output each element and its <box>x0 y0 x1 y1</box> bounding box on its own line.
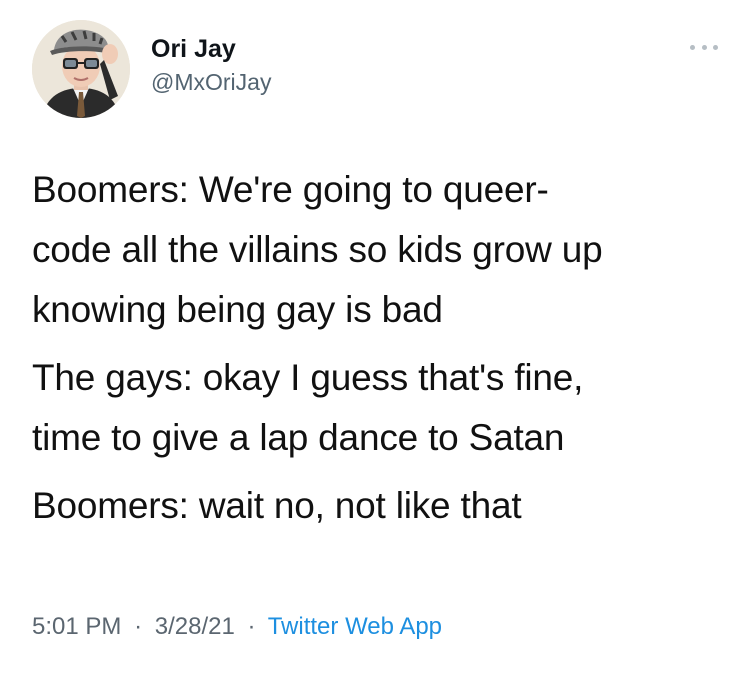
tweet-header: Ori Jay @MxOriJay <box>32 20 722 120</box>
author-display-name[interactable]: Ori Jay <box>151 34 271 64</box>
avatar-image <box>32 20 130 118</box>
tweet-time[interactable]: 5:01 PM <box>32 613 121 640</box>
more-dot <box>701 44 707 50</box>
tweet-text: Boomers: We're going to queer- code all … <box>32 160 722 544</box>
author-names: Ori Jay @MxOriJay <box>151 34 271 97</box>
tweet-paragraph-2: The gays: okay I guess that's fine, time… <box>32 357 584 458</box>
tweet-source-link[interactable]: Twitter Web App <box>268 613 442 640</box>
tweet-date[interactable]: 3/28/21 <box>155 613 235 640</box>
tweet-paragraph-3: Boomers: wait no, not like that <box>32 485 522 526</box>
tweet-metadata: 5:01 PM · 3/28/21 · Twitter Web App <box>32 612 442 642</box>
meta-separator: · <box>134 613 143 640</box>
tweet-card: Ori Jay @MxOriJay Boomers: We're going t… <box>0 0 750 674</box>
more-dot <box>690 44 695 50</box>
more-options-icon[interactable] <box>690 42 718 52</box>
profile-avatar[interactable] <box>32 20 130 118</box>
meta-separator: · <box>247 613 256 640</box>
author-handle[interactable]: @MxOriJay <box>151 67 271 97</box>
tweet-paragraph-1: Boomers: We're going to queer- code all … <box>32 169 603 330</box>
more-dot <box>713 44 718 50</box>
